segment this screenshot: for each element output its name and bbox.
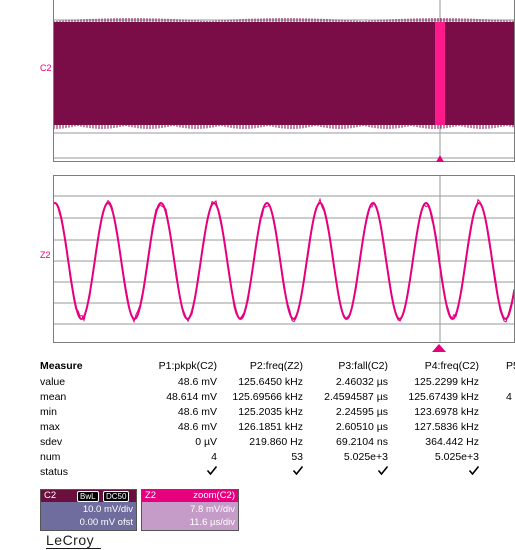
logo-underline bbox=[46, 548, 101, 549]
table-row: min 48.6 mV 125.2035 kHz 2.24595 µs 123.… bbox=[40, 405, 515, 420]
check-icon bbox=[207, 466, 217, 475]
c2-channel-box[interactable]: C2 BwL DC50 10.0 mV/div 0.00 mV ofst bbox=[40, 489, 137, 531]
z2-channel-box[interactable]: Z2 zoom(C2) 7.8 mV/div 11.6 µs/div bbox=[141, 489, 239, 531]
measurement-table[interactable]: Measure P1:pkpk(C2) P2:freq(Z2) P3:fall(… bbox=[40, 359, 515, 487]
row-label: mean bbox=[40, 391, 67, 403]
table-cell: 4 bbox=[211, 451, 217, 463]
table-cell: 48.6 mV bbox=[177, 406, 217, 418]
table-row: value 48.6 mV 125.6450 kHz 2.46032 µs 12… bbox=[40, 375, 515, 390]
oscilloscope-display: C2 Z2 Measure P1:pkpk(C2) P2:freq(Z2) P3… bbox=[0, 0, 515, 550]
table-cell: 123.6978 kHz bbox=[414, 406, 479, 418]
coupling-badge: DC50 bbox=[103, 491, 130, 502]
table-cell: 48.6 mV bbox=[177, 421, 217, 433]
c2-offset: 0.00 mV ofst bbox=[79, 517, 133, 528]
table-cell: 53 bbox=[291, 451, 303, 463]
column-header: Measure bbox=[40, 360, 83, 372]
c2-box-name: C2 bbox=[44, 490, 57, 501]
c2-box-header: C2 BwL DC50 bbox=[41, 490, 136, 502]
table-cell: 125.2299 kHz bbox=[414, 376, 479, 388]
table-cell: 127.5836 kHz bbox=[414, 421, 479, 433]
row-label: num bbox=[40, 451, 61, 463]
row-label: status bbox=[40, 466, 69, 478]
table-cell: 2.24595 µs bbox=[335, 406, 388, 418]
row-label: min bbox=[40, 406, 57, 418]
table-row: mean 48.614 mV 125.69566 kHz 2.4594587 µ… bbox=[40, 390, 515, 405]
c2-vertical-scale: 10.0 mV/div bbox=[82, 504, 133, 515]
status-cell bbox=[293, 465, 303, 480]
table-row: max 48.6 mV 126.1851 kHz 2.60510 µs 127.… bbox=[40, 420, 515, 435]
column-header[interactable]: P5 bbox=[506, 359, 515, 374]
row-label: sdev bbox=[40, 436, 63, 448]
table-cell: 48.614 mV bbox=[166, 391, 217, 403]
table-cell: 364.442 Hz bbox=[425, 436, 479, 448]
table-cell: 2.4594587 µs bbox=[324, 391, 388, 403]
z2-grid-lines bbox=[54, 176, 514, 342]
check-icon bbox=[378, 466, 388, 475]
column-header[interactable]: P2:freq(Z2) bbox=[250, 359, 303, 374]
check-icon bbox=[293, 466, 303, 475]
trigger-marker[interactable] bbox=[432, 343, 448, 353]
table-cell: 125.67439 kHz bbox=[408, 391, 479, 403]
z2-waveform-grid[interactable] bbox=[53, 175, 515, 352]
table-cell: 126.1851 kHz bbox=[238, 421, 303, 433]
table-cell: 0 µV bbox=[195, 436, 217, 448]
triangle-marker-icon bbox=[432, 344, 446, 352]
table-cell: 125.69566 kHz bbox=[232, 391, 303, 403]
z2-zoom-source: zoom(C2) bbox=[193, 490, 235, 501]
column-header[interactable]: P3:fall(C2) bbox=[338, 359, 388, 374]
table-cell: 48.6 mV bbox=[177, 376, 217, 388]
lecroy-logo: LeCroy bbox=[46, 532, 101, 549]
zoom-region-marker[interactable] bbox=[435, 22, 445, 125]
column-header[interactable]: P1:pkpk(C2) bbox=[159, 359, 217, 374]
logo-text: LeCroy bbox=[46, 532, 95, 548]
table-cell: 69.2104 ns bbox=[336, 436, 388, 448]
table-cell: 5.025e+3 bbox=[434, 451, 479, 463]
table-row: status bbox=[40, 465, 515, 480]
check-icon bbox=[469, 466, 479, 475]
table-cell: 2.46032 µs bbox=[335, 376, 388, 388]
z2-waveform-svg bbox=[53, 176, 515, 352]
z2-time-scale: 11.6 µs/div bbox=[189, 517, 235, 528]
status-cell bbox=[378, 465, 388, 480]
row-label: value bbox=[40, 376, 66, 388]
table-cell: 125.2035 kHz bbox=[238, 406, 303, 418]
z2-box-header: Z2 zoom(C2) bbox=[142, 490, 238, 502]
table-cell: 4 bbox=[506, 391, 512, 403]
table-row: num 4 53 5.025e+3 5.025e+3 bbox=[40, 450, 515, 465]
table-cell: 125.6450 kHz bbox=[238, 376, 303, 388]
z2-box-name: Z2 bbox=[145, 490, 157, 501]
status-cell bbox=[207, 465, 217, 480]
table-cell: 5.025e+3 bbox=[343, 451, 388, 463]
z2-vertical-scale: 7.8 mV/div bbox=[190, 504, 235, 515]
table-cell: 2.60510 µs bbox=[335, 421, 388, 433]
table-row: sdev 0 µV 219.860 Hz 69.2104 ns 364.442 … bbox=[40, 435, 515, 450]
c2-waveform-grid[interactable] bbox=[53, 0, 515, 162]
row-label: max bbox=[40, 421, 60, 433]
c2-waveform-svg bbox=[53, 0, 514, 162]
z2-channel-label[interactable]: Z2 bbox=[40, 250, 51, 260]
table-header-row: Measure P1:pkpk(C2) P2:freq(Z2) P3:fall(… bbox=[40, 359, 515, 374]
bandwidth-limit-badge: BwL bbox=[77, 491, 99, 502]
c2-channel-label[interactable]: C2 bbox=[40, 63, 52, 73]
column-header[interactable]: P4:freq(C2) bbox=[425, 359, 479, 374]
table-cell: 219.860 Hz bbox=[249, 436, 303, 448]
status-cell bbox=[469, 465, 479, 480]
